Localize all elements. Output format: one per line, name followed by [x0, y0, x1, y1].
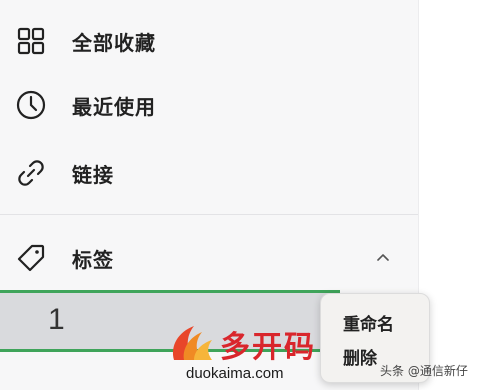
watermark-logo-icon	[164, 320, 218, 368]
nav-item-label: 最近使用	[72, 94, 156, 119]
nav-item-label: 链接	[72, 162, 114, 187]
link-icon	[14, 156, 48, 190]
content-pane	[418, 0, 500, 390]
clock-icon	[14, 88, 48, 122]
grid-icon	[14, 24, 48, 58]
tag-name: 1	[48, 303, 65, 336]
divider	[0, 214, 418, 215]
nav-item-label: 全部收藏	[72, 30, 156, 55]
tags-section-header[interactable]: 标签	[0, 230, 418, 286]
watermark: 多开码 duokaima.com	[150, 318, 350, 390]
chevron-up-icon[interactable]	[372, 247, 394, 269]
rename-menu-item[interactable]: 重命名	[343, 310, 394, 335]
watermark-title: 多开码	[220, 330, 316, 365]
nav-item-recent[interactable]: 最近使用	[0, 77, 418, 133]
watermark-credit: 头条 @通信新仔	[380, 364, 468, 378]
tag-icon	[14, 241, 48, 275]
watermark-domain: duokaima.com	[186, 365, 284, 382]
nav-item-links[interactable]: 链接	[0, 145, 418, 201]
tags-section-label: 标签	[72, 247, 114, 272]
nav-item-all-favorites[interactable]: 全部收藏	[0, 13, 418, 69]
